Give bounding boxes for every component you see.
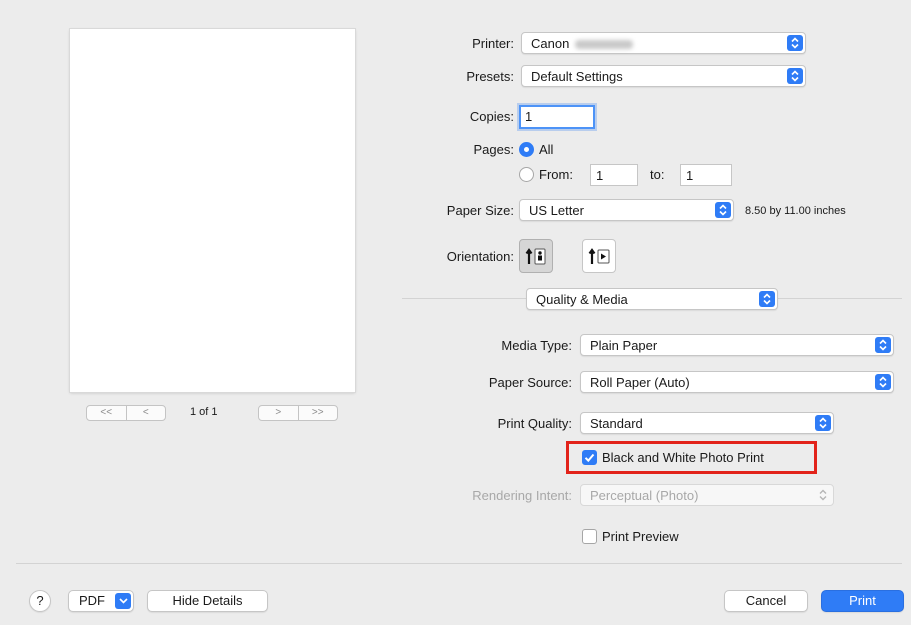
copies-label: Copies: [469, 109, 514, 124]
paper-dimensions: 8.50 by 11.00 inches [745, 205, 846, 217]
chevron-updown-icon [715, 202, 731, 218]
pages-to-field[interactable]: 1 [680, 164, 732, 186]
print-button[interactable]: Print [821, 590, 904, 612]
portrait-icon [525, 248, 546, 265]
landscape-icon [588, 248, 610, 264]
pages-from-label: From: [539, 167, 573, 182]
page-indicator: 1 of 1 [190, 406, 218, 418]
checkmark-icon [584, 453, 595, 463]
previous-page-button[interactable]: < [125, 406, 166, 420]
help-button[interactable]: ? [29, 590, 51, 612]
preview-forward-nav[interactable]: > >> [258, 405, 338, 421]
redacted-model [575, 40, 634, 50]
hide-details-button[interactable]: Hide Details [147, 590, 268, 612]
print-preview-label: Print Preview [602, 529, 679, 544]
chevron-down-icon [115, 593, 131, 609]
presets-select[interactable]: Default Settings [521, 65, 806, 87]
media-type-value: Plain Paper [590, 338, 658, 353]
rendering-intent-label: Rendering Intent: [472, 488, 572, 503]
section-value: Quality & Media [536, 292, 628, 307]
print-quality-select[interactable]: Standard [580, 412, 834, 434]
chevron-updown-icon [759, 291, 775, 307]
orientation-label: Orientation: [446, 249, 514, 264]
paper-size-label: Paper Size: [446, 203, 514, 218]
next-page-button[interactable]: > [259, 406, 298, 420]
footer-divider [16, 563, 902, 564]
print-quality-value: Standard [590, 416, 643, 431]
printer-select[interactable]: Canon [521, 32, 806, 54]
chevron-updown-icon [815, 487, 831, 503]
paper-size-select[interactable]: US Letter [519, 199, 734, 221]
pages-from-field[interactable]: 1 [590, 164, 638, 186]
printer-name: Canon [531, 36, 570, 51]
preview-back-nav[interactable]: << < [86, 405, 166, 421]
print-preview-checkbox[interactable] [582, 529, 597, 544]
paper-source-label: Paper Source: [488, 375, 572, 390]
pages-all-radio[interactable] [519, 142, 534, 157]
paper-source-value: Roll Paper (Auto) [590, 375, 690, 390]
bw-photo-label: Black and White Photo Print [602, 450, 764, 465]
presets-value: Default Settings [531, 69, 623, 84]
media-type-select[interactable]: Plain Paper [580, 334, 894, 356]
copies-field[interactable]: 1 [519, 105, 595, 129]
pages-to-label: to: [650, 167, 665, 182]
last-page-button[interactable]: >> [297, 406, 338, 420]
portrait-orientation-button[interactable] [519, 239, 553, 273]
pdf-menu-button[interactable]: PDF [68, 590, 134, 612]
paper-size-value: US Letter [529, 203, 584, 218]
page-preview [70, 29, 355, 392]
pages-all-label: All [539, 142, 554, 157]
section-select[interactable]: Quality & Media [526, 288, 778, 310]
chevron-updown-icon [875, 374, 891, 390]
chevron-updown-icon [875, 337, 891, 353]
first-page-button[interactable]: << [87, 406, 126, 420]
paper-source-select[interactable]: Roll Paper (Auto) [580, 371, 894, 393]
chevron-updown-icon [787, 35, 803, 51]
print-quality-label: Print Quality: [497, 416, 572, 431]
chevron-updown-icon [787, 68, 803, 84]
presets-label: Presets: [466, 69, 514, 84]
chevron-updown-icon [815, 415, 831, 431]
landscape-orientation-button[interactable] [582, 239, 616, 273]
printer-label: Printer: [472, 36, 514, 51]
pages-from-radio[interactable] [519, 167, 534, 182]
pages-label: Pages: [473, 142, 514, 157]
media-type-label: Media Type: [501, 338, 572, 353]
rendering-intent-select: Perceptual (Photo) [580, 484, 834, 506]
bw-photo-checkbox[interactable] [582, 450, 597, 465]
rendering-intent-value: Perceptual (Photo) [590, 488, 699, 503]
pdf-label: PDF [79, 593, 105, 608]
cancel-button[interactable]: Cancel [724, 590, 808, 612]
